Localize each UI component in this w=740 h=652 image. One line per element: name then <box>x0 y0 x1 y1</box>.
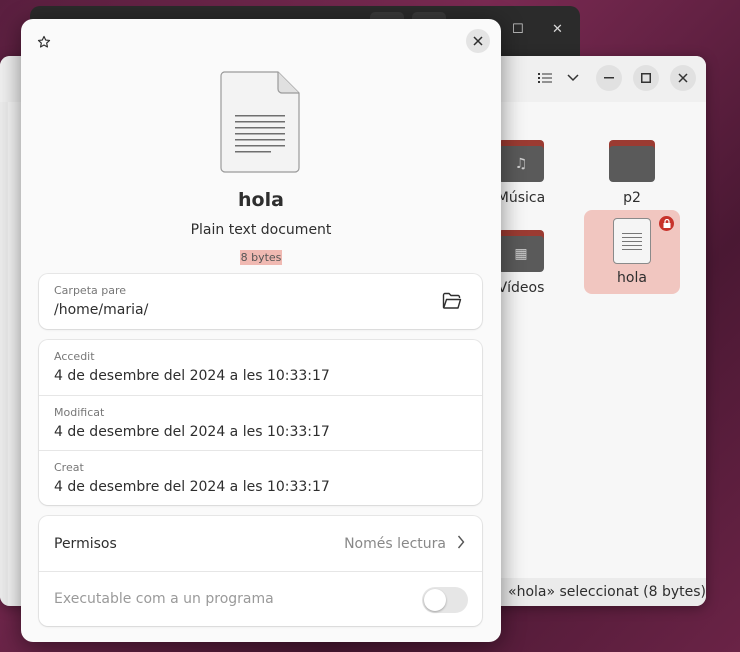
sidebar-edge <box>0 56 8 606</box>
file-name: hola <box>238 189 284 211</box>
grid-item-p2[interactable]: p2 <box>584 126 680 210</box>
permissions-value: Només lectura <box>344 535 446 552</box>
executable-label: Executable com a un programa <box>54 591 274 607</box>
parent-folder-caption: Carpeta pare <box>54 284 127 297</box>
grid-item-label: hola <box>617 270 647 286</box>
accessed-row: Accedit 4 de desembre del 2024 a les 10:… <box>39 340 482 395</box>
timestamps-card: Accedit 4 de desembre del 2024 a les 10:… <box>39 340 482 505</box>
maximize-button[interactable] <box>633 65 659 91</box>
created-value: 4 de desembre del 2024 a les 10:33:17 <box>54 479 330 495</box>
executable-row: Executable com a un programa <box>39 571 482 626</box>
chevron-right-icon <box>457 535 465 553</box>
chevron-down-icon[interactable] <box>560 65 586 91</box>
open-folder-icon[interactable] <box>442 292 462 310</box>
file-size-container: 8 bytes <box>21 246 501 265</box>
created-row: Creat 4 de desembre del 2024 a les 10:33… <box>39 450 482 505</box>
minimize-button[interactable] <box>596 65 622 91</box>
text-file-icon <box>613 218 651 264</box>
permissions-card: Permisos Només lectura Executable com a … <box>39 516 482 626</box>
properties-dialog: hola Plain text document 8 bytes Carpeta… <box>21 19 501 642</box>
star-icon[interactable] <box>33 31 55 53</box>
grid-item-label: Vídeos <box>497 280 545 296</box>
grid-item-label: p2 <box>623 190 641 206</box>
modified-caption: Modificat <box>54 406 105 419</box>
close-icon <box>473 36 483 46</box>
permissions-row[interactable]: Permisos Només lectura <box>39 516 482 571</box>
close-button[interactable] <box>466 29 490 53</box>
maximize-icon[interactable]: ☐ <box>512 22 524 37</box>
list-view-icon[interactable] <box>532 65 558 91</box>
parent-folder-card: Carpeta pare /home/maria/ <box>39 274 482 329</box>
modified-row: Modificat 4 de desembre del 2024 a les 1… <box>39 395 482 450</box>
text-document-icon <box>220 71 300 173</box>
toggle-knob <box>424 589 446 611</box>
folder-icon <box>609 140 655 182</box>
status-bar: «hola» seleccionat (8 bytes) <box>500 578 706 606</box>
accessed-value: 4 de desembre del 2024 a les 10:33:17 <box>54 368 330 384</box>
accessed-caption: Accedit <box>54 350 95 363</box>
file-size: 8 bytes <box>239 250 283 265</box>
music-folder-icon: ♫ <box>498 140 544 182</box>
file-type: Plain text document <box>190 222 332 238</box>
film-folder-icon: ▦ <box>498 230 544 272</box>
lock-icon <box>659 216 674 231</box>
executable-toggle[interactable] <box>422 587 468 613</box>
parent-folder-path: /home/maria/ <box>54 302 149 318</box>
grid-item-hola[interactable]: hola <box>584 210 680 294</box>
created-caption: Creat <box>54 461 84 474</box>
grid-item-label: Música <box>496 190 546 206</box>
modified-value: 4 de desembre del 2024 a les 10:33:17 <box>54 424 330 440</box>
parent-folder-row: Carpeta pare /home/maria/ <box>39 274 482 329</box>
permissions-label: Permisos <box>54 535 117 552</box>
close-icon[interactable]: ✕ <box>552 22 563 37</box>
close-button[interactable] <box>670 65 696 91</box>
